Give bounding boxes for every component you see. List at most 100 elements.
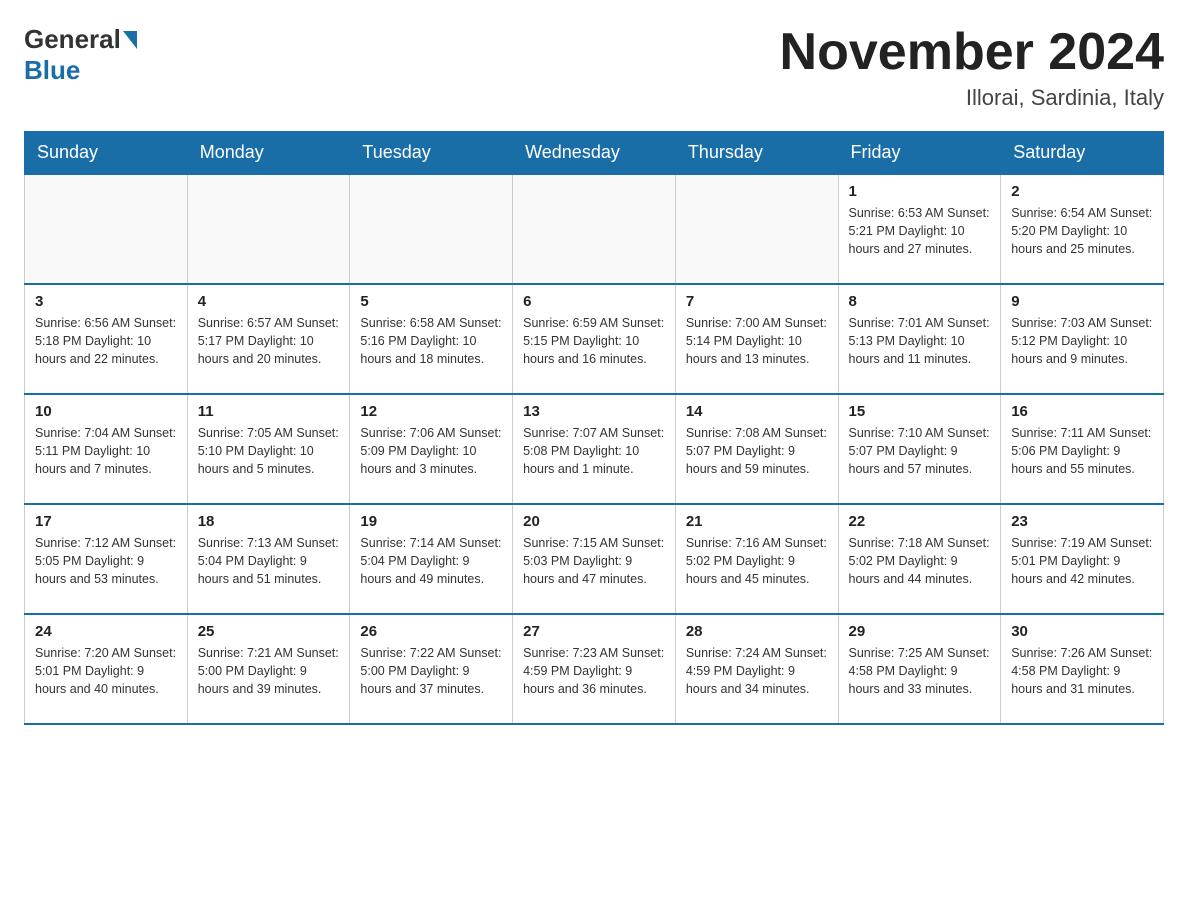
day-info: Sunrise: 7:04 AM Sunset: 5:11 PM Dayligh… (35, 424, 177, 478)
calendar-cell: 3 Sunrise: 6:56 AM Sunset: 5:18 PM Daylig… (25, 284, 188, 394)
calendar-cell (350, 174, 513, 284)
day-info: Sunrise: 7:25 AM Sunset: 4:58 PM Dayligh… (849, 644, 991, 698)
calendar-cell: 14 Sunrise: 7:08 AM Sunset: 5:07 PM Dayli… (675, 394, 838, 504)
day-number: 6 (523, 293, 665, 310)
day-number: 12 (360, 403, 502, 420)
calendar-cell (25, 174, 188, 284)
day-number: 4 (198, 293, 340, 310)
day-number: 8 (849, 293, 991, 310)
logo: General Blue (24, 24, 139, 86)
calendar-cell: 6 Sunrise: 6:59 AM Sunset: 5:15 PM Daylig… (513, 284, 676, 394)
day-number: 11 (198, 403, 340, 420)
calendar-cell: 30 Sunrise: 7:26 AM Sunset: 4:58 PM Dayli… (1001, 614, 1164, 724)
location: Illorai, Sardinia, Italy (780, 85, 1164, 111)
day-number: 10 (35, 403, 177, 420)
day-number: 13 (523, 403, 665, 420)
day-number: 22 (849, 513, 991, 530)
calendar-cell: 1Sunrise: 6:53 AM Sunset: 5:21 PM Daylig… (838, 174, 1001, 284)
day-info: Sunrise: 7:13 AM Sunset: 5:04 PM Dayligh… (198, 534, 340, 588)
calendar-cell: 20Sunrise: 7:15 AM Sunset: 5:03 PM Dayli… (513, 504, 676, 614)
day-number: 17 (35, 513, 177, 530)
day-info: Sunrise: 7:06 AM Sunset: 5:09 PM Dayligh… (360, 424, 502, 478)
day-info: Sunrise: 6:58 AM Sunset: 5:16 PM Dayligh… (360, 314, 502, 368)
day-header-sunday: Sunday (25, 132, 188, 175)
calendar-cell: 12 Sunrise: 7:06 AM Sunset: 5:09 PM Dayli… (350, 394, 513, 504)
calendar-cell: 2Sunrise: 6:54 AM Sunset: 5:20 PM Daylig… (1001, 174, 1164, 284)
day-info: Sunrise: 7:26 AM Sunset: 4:58 PM Dayligh… (1011, 644, 1153, 698)
day-info: Sunrise: 7:10 AM Sunset: 5:07 PM Dayligh… (849, 424, 991, 478)
day-info: Sunrise: 7:20 AM Sunset: 5:01 PM Dayligh… (35, 644, 177, 698)
day-info: Sunrise: 7:11 AM Sunset: 5:06 PM Dayligh… (1011, 424, 1153, 478)
day-number: 30 (1011, 623, 1153, 640)
day-number: 19 (360, 513, 502, 530)
day-info: Sunrise: 7:08 AM Sunset: 5:07 PM Dayligh… (686, 424, 828, 478)
day-number: 29 (849, 623, 991, 640)
day-info: Sunrise: 7:18 AM Sunset: 5:02 PM Dayligh… (849, 534, 991, 588)
day-number: 5 (360, 293, 502, 310)
day-number: 7 (686, 293, 828, 310)
day-number: 28 (686, 623, 828, 640)
day-number: 16 (1011, 403, 1153, 420)
calendar-cell: 15 Sunrise: 7:10 AM Sunset: 5:07 PM Dayli… (838, 394, 1001, 504)
day-info: Sunrise: 7:12 AM Sunset: 5:05 PM Dayligh… (35, 534, 177, 588)
calendar-cell: 7 Sunrise: 7:00 AM Sunset: 5:14 PM Daylig… (675, 284, 838, 394)
calendar-cell: 29 Sunrise: 7:25 AM Sunset: 4:58 PM Dayli… (838, 614, 1001, 724)
calendar-cell: 4 Sunrise: 6:57 AM Sunset: 5:17 PM Daylig… (187, 284, 350, 394)
day-info: Sunrise: 7:07 AM Sunset: 5:08 PM Dayligh… (523, 424, 665, 478)
day-number: 27 (523, 623, 665, 640)
calendar-header-row: SundayMondayTuesdayWednesdayThursdayFrid… (25, 132, 1164, 175)
day-info: Sunrise: 6:59 AM Sunset: 5:15 PM Dayligh… (523, 314, 665, 368)
calendar-cell: 27 Sunrise: 7:23 AM Sunset: 4:59 PM Dayli… (513, 614, 676, 724)
title-block: November 2024 Illorai, Sardinia, Italy (780, 24, 1164, 111)
day-number: 1 (849, 183, 991, 200)
day-info: Sunrise: 6:57 AM Sunset: 5:17 PM Dayligh… (198, 314, 340, 368)
calendar-cell: 13 Sunrise: 7:07 AM Sunset: 5:08 PM Dayli… (513, 394, 676, 504)
calendar-cell: 11Sunrise: 7:05 AM Sunset: 5:10 PM Dayli… (187, 394, 350, 504)
day-header-thursday: Thursday (675, 132, 838, 175)
calendar-cell: 17 Sunrise: 7:12 AM Sunset: 5:05 PM Dayli… (25, 504, 188, 614)
day-number: 25 (198, 623, 340, 640)
page-header: General Blue November 2024 Illorai, Sard… (24, 24, 1164, 111)
week-row-3: 17 Sunrise: 7:12 AM Sunset: 5:05 PM Dayli… (25, 504, 1164, 614)
calendar-cell (675, 174, 838, 284)
calendar-cell (513, 174, 676, 284)
day-number: 23 (1011, 513, 1153, 530)
calendar-cell: 10 Sunrise: 7:04 AM Sunset: 5:11 PM Dayli… (25, 394, 188, 504)
logo-blue-text: Blue (24, 55, 80, 86)
day-number: 2 (1011, 183, 1153, 200)
day-number: 15 (849, 403, 991, 420)
week-row-2: 10 Sunrise: 7:04 AM Sunset: 5:11 PM Dayli… (25, 394, 1164, 504)
calendar-cell: 25 Sunrise: 7:21 AM Sunset: 5:00 PM Dayli… (187, 614, 350, 724)
day-info: Sunrise: 6:56 AM Sunset: 5:18 PM Dayligh… (35, 314, 177, 368)
calendar-cell: 16 Sunrise: 7:11 AM Sunset: 5:06 PM Dayli… (1001, 394, 1164, 504)
calendar-cell: 5 Sunrise: 6:58 AM Sunset: 5:16 PM Daylig… (350, 284, 513, 394)
day-info: Sunrise: 7:21 AM Sunset: 5:00 PM Dayligh… (198, 644, 340, 698)
day-header-friday: Friday (838, 132, 1001, 175)
day-info: Sunrise: 7:24 AM Sunset: 4:59 PM Dayligh… (686, 644, 828, 698)
day-number: 3 (35, 293, 177, 310)
day-header-saturday: Saturday (1001, 132, 1164, 175)
day-info: Sunrise: 7:00 AM Sunset: 5:14 PM Dayligh… (686, 314, 828, 368)
calendar-table: SundayMondayTuesdayWednesdayThursdayFrid… (24, 131, 1164, 725)
day-info: Sunrise: 7:22 AM Sunset: 5:00 PM Dayligh… (360, 644, 502, 698)
day-number: 20 (523, 513, 665, 530)
calendar-cell: 21Sunrise: 7:16 AM Sunset: 5:02 PM Dayli… (675, 504, 838, 614)
day-number: 24 (35, 623, 177, 640)
calendar-cell (187, 174, 350, 284)
week-row-4: 24 Sunrise: 7:20 AM Sunset: 5:01 PM Dayli… (25, 614, 1164, 724)
day-info: Sunrise: 7:14 AM Sunset: 5:04 PM Dayligh… (360, 534, 502, 588)
day-header-monday: Monday (187, 132, 350, 175)
day-info: Sunrise: 7:23 AM Sunset: 4:59 PM Dayligh… (523, 644, 665, 698)
logo-arrow-icon (123, 31, 137, 49)
day-number: 18 (198, 513, 340, 530)
calendar-cell: 18 Sunrise: 7:13 AM Sunset: 5:04 PM Dayli… (187, 504, 350, 614)
day-info: Sunrise: 7:01 AM Sunset: 5:13 PM Dayligh… (849, 314, 991, 368)
day-header-wednesday: Wednesday (513, 132, 676, 175)
day-number: 21 (686, 513, 828, 530)
day-number: 9 (1011, 293, 1153, 310)
calendar-cell: 24 Sunrise: 7:20 AM Sunset: 5:01 PM Dayli… (25, 614, 188, 724)
day-header-tuesday: Tuesday (350, 132, 513, 175)
week-row-0: 1Sunrise: 6:53 AM Sunset: 5:21 PM Daylig… (25, 174, 1164, 284)
day-number: 14 (686, 403, 828, 420)
calendar-cell: 23Sunrise: 7:19 AM Sunset: 5:01 PM Dayli… (1001, 504, 1164, 614)
